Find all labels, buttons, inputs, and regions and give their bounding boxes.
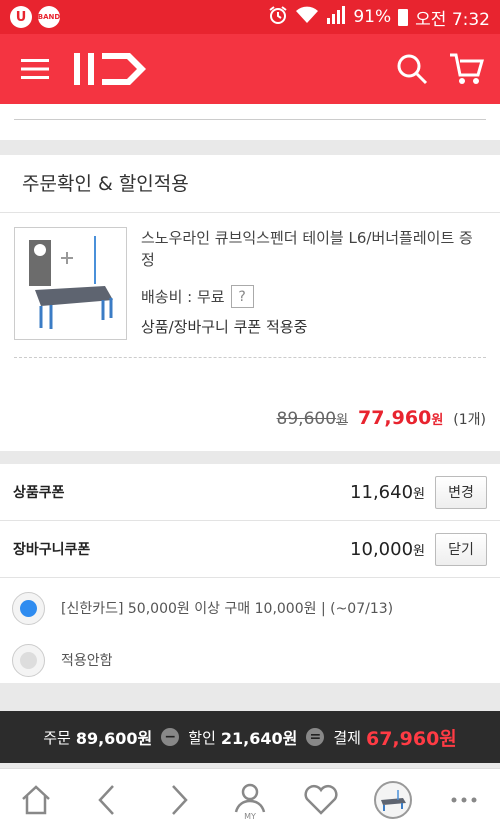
coupon-applied-text: 상품/장바구니 쿠폰 적용중: [141, 318, 308, 336]
order-confirm-section: 주문확인 & 할인적용 스노우라인 큐브익스펜더 테이블 L6/버너플레이트 증…: [0, 155, 500, 451]
cart-button[interactable]: [442, 45, 490, 93]
coupon-option-label: [신한카드] 50,000원 이상 구매 10,000원 | (~07/13): [61, 601, 394, 617]
change-coupon-button[interactable]: 변경: [435, 475, 487, 509]
close-coupon-button[interactable]: 닫기: [435, 532, 487, 566]
coupon-option-shinhan[interactable]: [신한카드] 50,000원 이상 구매 10,000원 | (~07/13): [0, 582, 500, 634]
section-title: 주문확인 & 할인적용: [0, 155, 500, 213]
clock: 오전 7:32: [415, 9, 490, 30]
menu-button[interactable]: [0, 34, 70, 104]
more-button[interactable]: [436, 772, 492, 828]
minus-icon: −: [161, 728, 180, 746]
menu-icon: [21, 59, 49, 79]
uplus-icon: U: [10, 6, 32, 28]
sale-price: 77,960원: [357, 407, 444, 429]
back-button[interactable]: [79, 772, 135, 828]
product-thumbnail[interactable]: [14, 227, 127, 340]
coupon-option-none[interactable]: 적용안함: [0, 634, 500, 686]
cart-icon: [450, 53, 484, 84]
quantity: (1개): [453, 412, 486, 428]
order-amount: 89,600원: [75, 729, 153, 748]
radio-unselected[interactable]: [12, 643, 45, 677]
band-icon: BAND: [38, 6, 60, 28]
battery-icon: [398, 8, 409, 26]
svg-text:MY: MY: [244, 812, 256, 820]
coupon-option-label: 적용안함: [61, 653, 113, 669]
my-page-button[interactable]: MY: [222, 772, 278, 828]
wishlist-button[interactable]: [293, 772, 349, 828]
pay-label: 결제: [333, 728, 361, 747]
previous-section: [0, 104, 500, 140]
bottom-nav: MY: [0, 768, 500, 830]
payment-summary-bar: 주문 89,600원 − 할인 21,640원 = 결제 67,960원: [0, 711, 500, 763]
product-coupon-row: 상품쿠폰 11,640원 변경: [0, 464, 500, 521]
chevron-right-icon: [171, 784, 188, 815]
search-button[interactable]: [388, 45, 436, 93]
divider: [14, 119, 486, 120]
discount-amount: 21,640원: [220, 729, 298, 748]
app-header: [0, 34, 500, 104]
wifi-icon: [295, 6, 319, 29]
help-icon[interactable]: ?: [230, 285, 254, 308]
alarm-icon: [268, 5, 288, 30]
coupon-section: 상품쿠폰 11,640원 변경 장바구니쿠폰 10,000원 닫기 [신한카드]…: [0, 464, 500, 683]
status-bar: U BAND 91% 오전 7:32: [0, 0, 500, 34]
home-icon: [21, 784, 50, 814]
home-button[interactable]: [8, 772, 64, 828]
product-name[interactable]: 스노우라인 큐브익스펜더 테이블 L6/버너플레이트 증정: [141, 227, 486, 271]
radio-selected[interactable]: [12, 591, 45, 625]
order-label: 주문: [43, 728, 71, 747]
cart-coupon-row: 장바구니쿠폰 10,000원 닫기: [0, 521, 500, 578]
shipping-info: 배송비 : 무료 ?: [141, 285, 486, 308]
more-icon: [451, 797, 477, 802]
eleven-street-logo[interactable]: [72, 51, 152, 87]
forward-button[interactable]: [151, 772, 207, 828]
equals-icon: =: [306, 728, 325, 746]
shipping-label: 배송비 : 무료: [141, 288, 225, 306]
dashed-divider: [14, 357, 486, 358]
pay-amount: 67,960원: [365, 727, 457, 750]
signal-icon: [326, 5, 346, 29]
user-icon: MY: [234, 783, 266, 820]
cart-coupon-amount: 10,000원: [350, 538, 425, 560]
cart-coupon-label: 장바구니쿠폰: [13, 542, 91, 558]
product-coupon-amount: 11,640원: [350, 481, 425, 503]
search-icon: [397, 54, 428, 85]
product-coupon-label: 상품쿠폰: [13, 485, 65, 501]
price-row: 89,600원 77,960원 (1개): [277, 407, 486, 429]
recent-product-thumbnail: [373, 780, 412, 819]
heart-icon: [304, 784, 338, 815]
original-price: 89,600원: [276, 409, 348, 429]
battery-percent: 91%: [353, 7, 392, 27]
discount-label: 할인: [188, 728, 216, 747]
chevron-left-icon: [98, 784, 115, 815]
recent-item-button[interactable]: [365, 772, 421, 828]
